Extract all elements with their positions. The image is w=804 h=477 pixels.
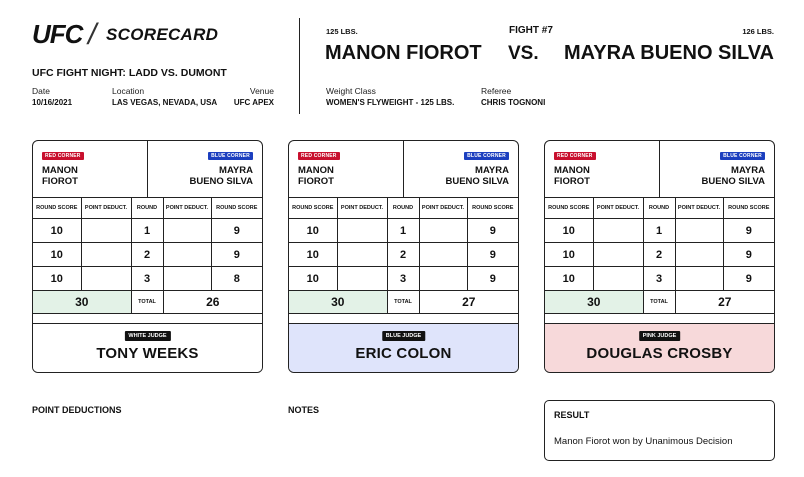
fight-number: FIGHT #7 bbox=[509, 25, 553, 36]
red-total: 30 bbox=[545, 290, 644, 314]
judge-name: ERIC COLON bbox=[355, 345, 452, 362]
blue-total: 27 bbox=[674, 290, 774, 314]
blue-total: 26 bbox=[162, 290, 262, 314]
red-corner-badge: RED CORNER bbox=[42, 152, 84, 160]
score-table-header: ROUND SCORE POINT DEDUCT. ROUND POINT DE… bbox=[33, 197, 262, 219]
round-score-header: ROUND SCORE bbox=[466, 197, 518, 219]
blue-fighter-name: MAYRA BUENO SILVA bbox=[563, 42, 774, 64]
round-score-header: ROUND SCORE bbox=[545, 197, 594, 219]
referee-label: Referee bbox=[481, 86, 512, 96]
round-row: 10 3 8 bbox=[33, 266, 262, 291]
ufc-logo: UFC bbox=[32, 19, 83, 49]
score-table: ROUND SCORE POINT DEDUCT. ROUND POINT DE… bbox=[545, 197, 774, 314]
total-row: 30 TOTAL 27 bbox=[545, 290, 774, 314]
weight-class-label: Weight Class bbox=[326, 86, 376, 96]
referee-value: CHRIS TOGNONI bbox=[481, 98, 546, 107]
judge-type-badge: WHITE JUDGE bbox=[124, 331, 171, 341]
judge-scorecard: RED CORNER BLUE CORNER MANON FIOROT MAYRA… bbox=[288, 140, 519, 373]
page-title: SCORECARD bbox=[106, 25, 219, 44]
total-row: 30 TOTAL 27 bbox=[289, 290, 518, 314]
point-deduct-header: POINT DEDUCT. bbox=[592, 197, 644, 219]
score-table: ROUND SCORE POINT DEDUCT. ROUND POINT DE… bbox=[289, 197, 518, 314]
judge-scorecard: RED CORNER BLUE CORNER MANON FIOROT MAYRA… bbox=[544, 140, 775, 373]
result-text: Manon Fiorot won by Unanimous Decision bbox=[554, 436, 733, 447]
judge-panel: WHITE JUDGE TONY WEEKS bbox=[33, 323, 262, 372]
score-table-header: ROUND SCORE POINT DEDUCT. ROUND POINT DE… bbox=[289, 197, 518, 219]
red-corner-badge: RED CORNER bbox=[298, 152, 340, 160]
red-corner-fighter: MANON FIOROT bbox=[298, 165, 334, 187]
round-row: 10 2 9 bbox=[289, 242, 518, 267]
red-fighter-weight: 125 LBS. bbox=[326, 27, 358, 36]
blue-corner-badge: BLUE CORNER bbox=[208, 152, 253, 160]
blue-fighter-weight: 126 LBS. bbox=[742, 27, 774, 36]
blue-corner-fighter: MAYRA BUENO SILVA bbox=[701, 165, 765, 187]
red-corner-fighter: MANON FIOROT bbox=[554, 165, 590, 187]
venue-value: UFC APEX bbox=[233, 98, 274, 107]
round-row: 10 3 9 bbox=[289, 266, 518, 291]
score-table: ROUND SCORE POINT DEDUCT. ROUND POINT DE… bbox=[33, 197, 262, 314]
blue-corner-fighter: MAYRA BUENO SILVA bbox=[189, 165, 253, 187]
scorecard-header: RED CORNER BLUE CORNER MANON FIOROT MAYRA… bbox=[33, 141, 262, 197]
result-box: RESULT Manon Fiorot won by Unanimous Dec… bbox=[544, 400, 775, 461]
round-score-header: ROUND SCORE bbox=[289, 197, 338, 219]
judge-name: DOUGLAS CROSBY bbox=[586, 345, 733, 362]
red-total: 30 bbox=[289, 290, 388, 314]
judge-panel: BLUE JUDGE ERIC COLON bbox=[289, 323, 518, 372]
round-row: 10 3 9 bbox=[545, 266, 774, 291]
scorecard-header: RED CORNER BLUE CORNER MANON FIOROT MAYRA… bbox=[545, 141, 774, 197]
point-deductions-title: POINT DEDUCTIONS bbox=[32, 405, 122, 415]
round-row: 10 1 9 bbox=[289, 218, 518, 243]
header-divider bbox=[299, 18, 300, 114]
blue-corner-badge: BLUE CORNER bbox=[720, 152, 765, 160]
logo-divider: / bbox=[88, 18, 97, 51]
event-name: UFC FIGHT NIGHT: LADD VS. DUMONT bbox=[32, 67, 227, 79]
venue-label: Venue bbox=[249, 86, 274, 96]
blue-corner-fighter: MAYRA BUENO SILVA bbox=[445, 165, 509, 187]
round-row: 10 1 9 bbox=[545, 218, 774, 243]
round-score-header: ROUND SCORE bbox=[722, 197, 774, 219]
location-value: LAS VEGAS, NEVADA, USA bbox=[112, 98, 218, 107]
judge-panel: PINK JUDGE DOUGLAS CROSBY bbox=[545, 323, 774, 372]
date-label: Date bbox=[32, 86, 50, 96]
location-label: Location bbox=[112, 86, 145, 96]
round-header: ROUND bbox=[642, 197, 676, 219]
versus-label: VS. bbox=[508, 43, 539, 64]
judge-name: TONY WEEKS bbox=[96, 345, 199, 362]
blue-total: 27 bbox=[418, 290, 518, 314]
total-row: 30 TOTAL 26 bbox=[33, 290, 262, 314]
result-title: RESULT bbox=[554, 410, 590, 420]
round-header: ROUND bbox=[130, 197, 164, 219]
point-deduct-header: POINT DEDUCT. bbox=[674, 197, 724, 219]
score-table-header: ROUND SCORE POINT DEDUCT. ROUND POINT DE… bbox=[545, 197, 774, 219]
round-header: ROUND bbox=[386, 197, 420, 219]
notes-title: NOTES bbox=[288, 405, 320, 415]
round-row: 10 2 9 bbox=[33, 242, 262, 267]
round-row: 10 1 9 bbox=[33, 218, 262, 243]
red-corner-fighter: MANON FIOROT bbox=[42, 165, 78, 187]
red-total: 30 bbox=[33, 290, 132, 314]
round-score-header: ROUND SCORE bbox=[210, 197, 262, 219]
judge-type-badge: PINK JUDGE bbox=[638, 331, 681, 341]
scorecard-header: RED CORNER BLUE CORNER MANON FIOROT MAYRA… bbox=[289, 141, 518, 197]
point-deduct-header: POINT DEDUCT. bbox=[162, 197, 212, 219]
point-deduct-header: POINT DEDUCT. bbox=[336, 197, 388, 219]
round-row: 10 2 9 bbox=[545, 242, 774, 267]
red-fighter-name: MANON FIOROT bbox=[325, 42, 482, 64]
point-deduct-header: POINT DEDUCT. bbox=[80, 197, 132, 219]
round-score-header: ROUND SCORE bbox=[33, 197, 82, 219]
weight-class-value: WOMEN'S FLYWEIGHT - 125 LBS. bbox=[326, 98, 455, 107]
blue-corner-badge: BLUE CORNER bbox=[464, 152, 509, 160]
point-deduct-header: POINT DEDUCT. bbox=[418, 197, 468, 219]
judge-scorecard: RED CORNER BLUE CORNER MANON FIOROT MAYRA… bbox=[32, 140, 263, 373]
judge-type-badge: BLUE JUDGE bbox=[381, 331, 426, 341]
red-corner-badge: RED CORNER bbox=[554, 152, 596, 160]
date-value: 10/16/2021 bbox=[32, 98, 73, 107]
